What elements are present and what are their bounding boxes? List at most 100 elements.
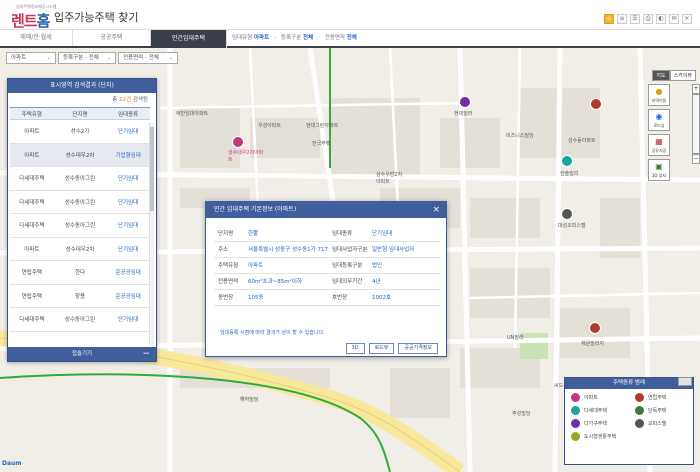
list-icon[interactable]: ☰: [630, 14, 640, 24]
detached-house-icon: [635, 406, 644, 415]
apartment-marker[interactable]: [232, 136, 244, 148]
townhouse-marker[interactable]: [589, 322, 601, 334]
cell-rental-kind: 단기임대: [106, 190, 150, 214]
zoom-in-button[interactable]: +: [692, 84, 700, 94]
header: 임대주택정보제공시스템 렌트홈 입주가능주택 찾기 ⌂ ≡ ☰ ⎙ ◐ ✉ ×: [0, 0, 700, 30]
cell-rental-kind: 단기임대: [106, 213, 150, 238]
legend-title: 주택종류 범례: [565, 378, 693, 389]
cell-rental-kind: 단기임대: [106, 119, 150, 144]
legend-item: 단독주택: [635, 406, 699, 415]
tab-public-housing[interactable]: 공공주택: [73, 30, 151, 46]
scroll-thumb[interactable]: [150, 127, 154, 211]
legend-label: 도시형생활주택: [584, 434, 617, 440]
townhouse-marker[interactable]: [590, 98, 602, 110]
tool-public-land[interactable]: ▦ 공유지공: [648, 134, 670, 156]
cell-type: 아파트: [10, 143, 54, 167]
zoom-slider[interactable]: [692, 94, 700, 154]
info-value: 105동: [244, 289, 328, 306]
map-type-switch: 지도 스카이뷰: [652, 70, 696, 81]
info-row: 단지명 한뿔 임대종류 단기임대: [214, 225, 440, 242]
count-prefix: 총: [112, 97, 118, 103]
table-row[interactable]: 연립주택 창용 준공공임대: [10, 284, 150, 308]
menu-icon[interactable]: ≡: [617, 14, 627, 24]
table-row[interactable]: 다세대주택 성수동아그린 단기임대: [10, 166, 150, 191]
popup-header: 민간 임대주택 기본정보 (아파트) ×: [206, 202, 446, 218]
tool-label: 공유지공: [651, 148, 667, 153]
home-icon[interactable]: ⌂: [604, 14, 614, 24]
multi-house-marker[interactable]: [459, 96, 471, 108]
select-value: 전용면적 - 전체: [123, 55, 159, 61]
table-row[interactable]: 아파트 성수2가 단기임대: [10, 119, 150, 144]
table-row[interactable]: 연립주택 한다 준공공임대: [10, 260, 150, 285]
map-tools: ● 지역이동 ◉ 로드뷰 ▦ 공유지공 ▣ 3D 뷰지: [648, 84, 670, 181]
map-label: 현대그린아파트: [306, 123, 339, 129]
housing-type-select[interactable]: 아파트 ⌄: [6, 52, 56, 64]
tool-roadview[interactable]: ◉ 로드뷰: [648, 109, 670, 131]
table-row[interactable]: 아파트 성수대우2차 단기임대: [10, 237, 150, 261]
cell-type: 아파트: [10, 119, 54, 144]
public-price-button[interactable]: 공공가격정보: [398, 343, 438, 354]
townhouse-icon: [635, 393, 644, 402]
legend-toggle-button[interactable]: [678, 377, 692, 386]
roadview-button[interactable]: 로드뷰: [368, 343, 395, 354]
legend-grid: 아파트 연립주택 다세대주택 단독주택 다가구주택 오피스텔 도시형생활주택: [565, 389, 693, 441]
tab-sale-rent[interactable]: 매매/전·월세: [0, 30, 73, 46]
tool-label: 3D 뷰지: [651, 173, 667, 178]
column-header: 임대종류: [106, 107, 150, 120]
3d-button[interactable]: 3D: [345, 343, 365, 354]
info-value: 일반형 임대사업자: [367, 241, 440, 258]
legend-label: 아파트: [584, 395, 598, 401]
close-icon[interactable]: ×: [432, 202, 440, 218]
info-row: 주소 서울특별시 성동구 성수동1가 717 임대사업자구분 일반형 임대사업자: [214, 241, 440, 258]
tab-private-rental[interactable]: 민간임대주택: [151, 30, 227, 48]
info-label: 임대사업자구분: [327, 241, 368, 258]
crumb-label: 전용면적: [324, 35, 345, 41]
multiplex-marker[interactable]: [561, 155, 573, 167]
officetel-icon: [635, 419, 644, 428]
info-label: 임대종류: [327, 225, 368, 242]
chevron-down-icon: ⌄: [168, 55, 173, 61]
map-label: 성수동아파트: [568, 138, 596, 144]
map-label: 대성오피스텔: [558, 223, 586, 229]
info-label: 임대의무기간: [327, 273, 368, 290]
map-label: 주성빌딩: [512, 411, 531, 417]
officetel-marker[interactable]: [561, 208, 573, 220]
cell-rental-kind: 기업형임대: [106, 143, 150, 167]
info-label: 동번장: [214, 289, 244, 306]
map-label: UN빌라: [507, 335, 524, 341]
table-row[interactable]: 다세대주택 성수동아그린 단기임대: [10, 213, 150, 238]
share-icon[interactable]: ✉: [669, 14, 679, 24]
area-select[interactable]: 전용면적 - 전체 ⌄: [118, 52, 178, 64]
nav-bar: 매매/전·월세 공공주택 민간임대주택 임대유형 아파트 › 등록구분 전체 ›…: [0, 30, 700, 48]
result-scrollbar[interactable]: [149, 123, 154, 345]
close-icon[interactable]: ×: [682, 14, 692, 24]
crumb-separator: ›: [273, 35, 277, 41]
table-row[interactable]: 다세대주택 성수동아그린 단기임대: [10, 190, 150, 214]
building-icon: ▦: [655, 137, 663, 146]
legend-item: 다가구주택: [571, 419, 635, 428]
table-row[interactable]: 아파트 성수대우2차 기업형임대: [10, 143, 150, 167]
print-icon[interactable]: ⎙: [643, 14, 653, 24]
zoom-out-button[interactable]: −: [692, 154, 700, 164]
registration-select[interactable]: 등록구분 - 전체 ⌄: [58, 52, 116, 64]
result-title: 표시영역 검색결과 (단지): [8, 79, 156, 93]
table-row[interactable]: 다세대주택 성수동아그린 단기임대: [10, 307, 150, 332]
breadcrumb: 임대유형 아파트 › 등록구분 전체 › 전용면적 전체: [232, 30, 357, 46]
select-value: 아파트: [11, 55, 27, 61]
popup-buttons: 3D 로드뷰 공공가격정보: [345, 343, 438, 354]
collapse-label: 접슬기기: [71, 351, 93, 357]
page-title: 입주가능주택 찾기: [54, 11, 139, 24]
cell-type: 다세대주택: [10, 307, 54, 332]
tool-3d-view[interactable]: ▣ 3D 뷰지: [648, 159, 670, 181]
map-type-map[interactable]: 지도: [652, 70, 670, 81]
map-label: 성수대우2차아파트: [228, 150, 264, 163]
info-label: 전용면적: [214, 273, 244, 290]
map-label: 한국주택: [312, 141, 331, 147]
tool-region-move[interactable]: ● 지역이동: [648, 84, 670, 106]
collapse-button[interactable]: 접슬기기 −: [8, 347, 156, 361]
accessibility-icon[interactable]: ◐: [656, 14, 666, 24]
info-label: 단지명: [214, 225, 244, 242]
info-label: 호번장: [327, 289, 368, 306]
info-value: 4년: [367, 273, 440, 290]
map-type-skyview[interactable]: 스카이뷰: [669, 70, 696, 81]
